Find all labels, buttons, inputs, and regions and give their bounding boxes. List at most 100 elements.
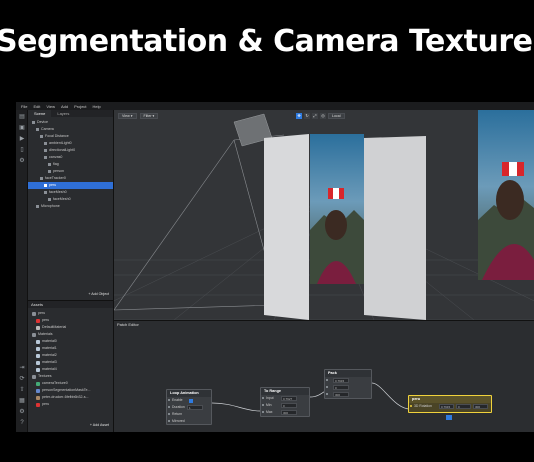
move-tool-icon[interactable]: ✥ xyxy=(296,113,302,119)
scene-item[interactable]: Microphone xyxy=(28,203,113,210)
asset-item[interactable]: cameraTexture0 xyxy=(28,380,113,387)
settings-icon[interactable]: ⚙ xyxy=(18,408,26,416)
scene-item-icon xyxy=(40,177,43,180)
asset-item[interactable]: personSegmentationMaskTe... xyxy=(28,387,113,394)
refresh-icon[interactable]: ⟳ xyxy=(18,375,26,383)
scale-tool-icon[interactable]: ⤢ xyxy=(312,113,318,119)
tab-layers[interactable]: Layers xyxy=(51,110,75,117)
loop-duration-row[interactable]: Duration 1 xyxy=(167,404,211,411)
asset-item-icon xyxy=(36,346,40,351)
asset-item-icon xyxy=(32,374,36,379)
to-range-max-row[interactable]: Max 300 xyxy=(261,409,309,416)
scene-item[interactable]: Camera xyxy=(28,126,113,133)
to-range-node[interactable]: To Range Input 0.7927 Min 0 Max 300 xyxy=(260,387,310,417)
pack-row-2[interactable]: 0 xyxy=(325,384,371,391)
filter-dropdown[interactable]: Filter ▾ xyxy=(139,113,159,119)
asset-item[interactable]: material3 xyxy=(28,359,113,366)
asset-item[interactable]: Materials xyxy=(28,331,113,338)
pack-node[interactable]: Pack 0.7915 0 300 xyxy=(324,369,372,399)
asset-item[interactable]: material2 xyxy=(28,352,113,359)
pack-x-value[interactable]: 0.7915 xyxy=(333,378,349,383)
rotate-tool-icon[interactable]: ↻ xyxy=(304,113,310,119)
asset-item-icon xyxy=(36,381,40,386)
asset-item[interactable]: DefaultMaterial xyxy=(28,324,113,331)
scene-item[interactable]: ambientLight0 xyxy=(28,140,113,147)
pivot-icon[interactable]: ◎ xyxy=(320,113,326,119)
to-range-min-row[interactable]: Min 0 xyxy=(261,402,309,409)
headline-title: Segmentation & Camera Texture xyxy=(0,24,533,59)
to-range-max-value[interactable]: 300 xyxy=(281,410,297,415)
scene-item[interactable]: peru xyxy=(28,182,113,189)
scene-item[interactable]: person xyxy=(28,168,113,175)
to-range-min-label: Min xyxy=(266,403,272,407)
scene-item[interactable]: faceMesh0 xyxy=(28,196,113,203)
to-range-input-value[interactable]: 0.7927 xyxy=(281,396,297,401)
loop-enable-row[interactable]: Enable xyxy=(167,397,211,404)
scene-item[interactable]: directionalLight0 xyxy=(28,147,113,154)
menu-view[interactable]: View xyxy=(45,104,56,109)
to-range-title: To Range xyxy=(261,388,309,395)
rotation-y-value[interactable]: 0 xyxy=(456,404,471,409)
scene-item[interactable]: faceMesh0 xyxy=(28,189,113,196)
rotation-x-value[interactable]: 0.7915 xyxy=(439,404,454,409)
pack-row-1[interactable]: 0.7915 xyxy=(325,377,371,384)
menu-add[interactable]: Add xyxy=(60,104,69,109)
loop-animation-node[interactable]: Loop Animation Enable Duration 1 Return M… xyxy=(166,389,212,425)
camera-frustum xyxy=(114,134,285,311)
scene-item-label: peru xyxy=(49,183,57,187)
pack-row-3[interactable]: 300 xyxy=(325,391,371,398)
scene-item[interactable]: faceTracker0 xyxy=(28,175,113,182)
loop-return-row[interactable]: Return xyxy=(167,411,211,418)
device-icon[interactable]: ▯ xyxy=(18,146,26,154)
asset-item[interactable]: material1 xyxy=(28,345,113,352)
pack-y-value[interactable]: 0 xyxy=(333,385,349,390)
menu-project[interactable]: Project xyxy=(73,104,87,109)
help-icon[interactable]: ? xyxy=(18,419,26,427)
login-icon[interactable]: ⇥ xyxy=(18,364,26,372)
scene-item-label: faceMesh0 xyxy=(49,190,67,194)
asset-item-icon xyxy=(36,402,40,407)
asset-item[interactable]: peru xyxy=(28,310,113,317)
layers-icon[interactable]: ▤ xyxy=(18,113,26,121)
patch-editor[interactable]: Patch Editor Loop Animation Enable Durat… xyxy=(114,320,534,432)
loop-mirrored-row[interactable]: Mirrored xyxy=(167,418,211,425)
add-object-button[interactable]: + Add Object xyxy=(88,292,109,296)
asset-item[interactable]: peru xyxy=(28,401,113,408)
asset-item-icon xyxy=(36,325,40,330)
tab-scene[interactable]: Scene xyxy=(28,110,52,117)
peru-object-node[interactable]: peru 3D Rotation 0.7915 0 300 xyxy=(408,395,492,413)
peru-rotation-row[interactable]: 3D Rotation 0.7915 0 300 xyxy=(409,403,491,410)
scene-item[interactable]: canvas0 xyxy=(28,154,113,161)
to-range-min-value[interactable]: 0 xyxy=(281,403,297,408)
scene-item[interactable]: Focal Distance xyxy=(28,133,113,140)
rotation-z-value[interactable]: 300 xyxy=(473,404,488,409)
pack-z-value[interactable]: 300 xyxy=(333,392,349,397)
view-dropdown[interactable]: View ▾ xyxy=(118,113,137,119)
scene-item[interactable]: flag xyxy=(28,161,113,168)
add-port-icon[interactable] xyxy=(446,415,452,420)
tools-icon[interactable]: ⚙ xyxy=(18,157,26,165)
add-asset-button[interactable]: + Add Asset xyxy=(90,423,109,427)
upload-icon[interactable]: ⇧ xyxy=(18,386,26,394)
asset-item[interactable]: material0 xyxy=(28,338,113,345)
asset-item[interactable]: peter-drucker-6fefbb6b32-s... xyxy=(28,394,113,401)
asset-item[interactable]: Textures xyxy=(28,373,113,380)
menu-file[interactable]: File xyxy=(20,104,28,109)
enable-checkbox[interactable] xyxy=(189,398,193,403)
duration-value[interactable]: 1 xyxy=(187,405,203,410)
library-icon[interactable]: ▦ xyxy=(18,397,26,405)
loop-mirrored-label: Mirrored xyxy=(172,419,185,423)
to-range-input-row[interactable]: Input 0.7927 xyxy=(261,395,309,402)
loop-animation-title: Loop Animation xyxy=(167,390,211,397)
menu-help[interactable]: Help xyxy=(92,104,102,109)
local-toggle[interactable]: Local xyxy=(328,113,345,119)
asset-item[interactable]: peru xyxy=(28,317,113,324)
viewport[interactable]: View ▾ Filter ▾ ✥ ↻ ⤢ ◎ Local xyxy=(114,110,534,320)
white-plane-right xyxy=(364,136,426,320)
picture-icon[interactable]: ▣ xyxy=(18,124,26,132)
scene-item-icon xyxy=(44,156,47,159)
menu-edit[interactable]: Edit xyxy=(32,104,41,109)
play-icon[interactable]: ▶ xyxy=(18,135,26,143)
asset-item[interactable]: material4 xyxy=(28,366,113,373)
scene-item[interactable]: Device xyxy=(28,119,113,126)
